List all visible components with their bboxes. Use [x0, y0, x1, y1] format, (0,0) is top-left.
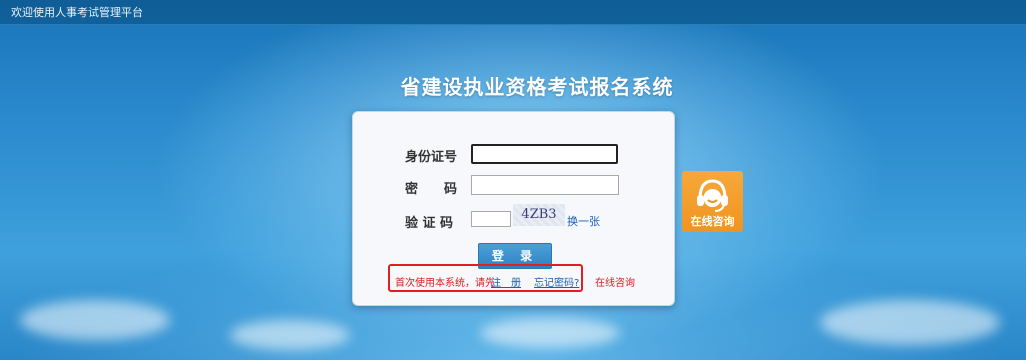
password-label: 密 码: [405, 182, 458, 197]
id-number-label: 身份证号: [405, 150, 458, 165]
id-number-input[interactable]: [471, 144, 618, 164]
password-input[interactable]: [471, 175, 619, 195]
register-link[interactable]: 注 册: [491, 274, 521, 289]
captcha-input[interactable]: [471, 211, 511, 227]
captcha-image[interactable]: 4ZB3: [513, 204, 565, 226]
forgot-password-link[interactable]: 忘记密码?: [534, 274, 579, 289]
cloud-decoration: [820, 300, 1000, 345]
headset-icon: [697, 179, 728, 212]
top-bar: 欢迎使用人事考试管理平台: [0, 0, 1026, 25]
online-consult-label: 在线咨询: [690, 215, 735, 228]
captcha-label: 验 证 码: [405, 216, 454, 231]
online-consult-widget[interactable]: 在线咨询: [682, 171, 743, 232]
online-consult-link[interactable]: 在线咨询: [595, 274, 635, 289]
welcome-text: 欢迎使用人事考试管理平台: [11, 6, 143, 19]
cloud-decoration: [480, 318, 620, 348]
page-title: 省建设执业资格考试报名系统: [400, 75, 674, 99]
first-use-text: 首次使用本系统，请先: [395, 278, 495, 289]
login-panel: 身份证号 密 码 验 证 码 4ZB3 换一张 登 录 首次使用本系统，请先 注…: [352, 111, 675, 306]
refresh-captcha-link[interactable]: 换一张: [567, 213, 600, 229]
cloud-decoration: [230, 320, 350, 350]
cloud-decoration: [20, 300, 170, 340]
